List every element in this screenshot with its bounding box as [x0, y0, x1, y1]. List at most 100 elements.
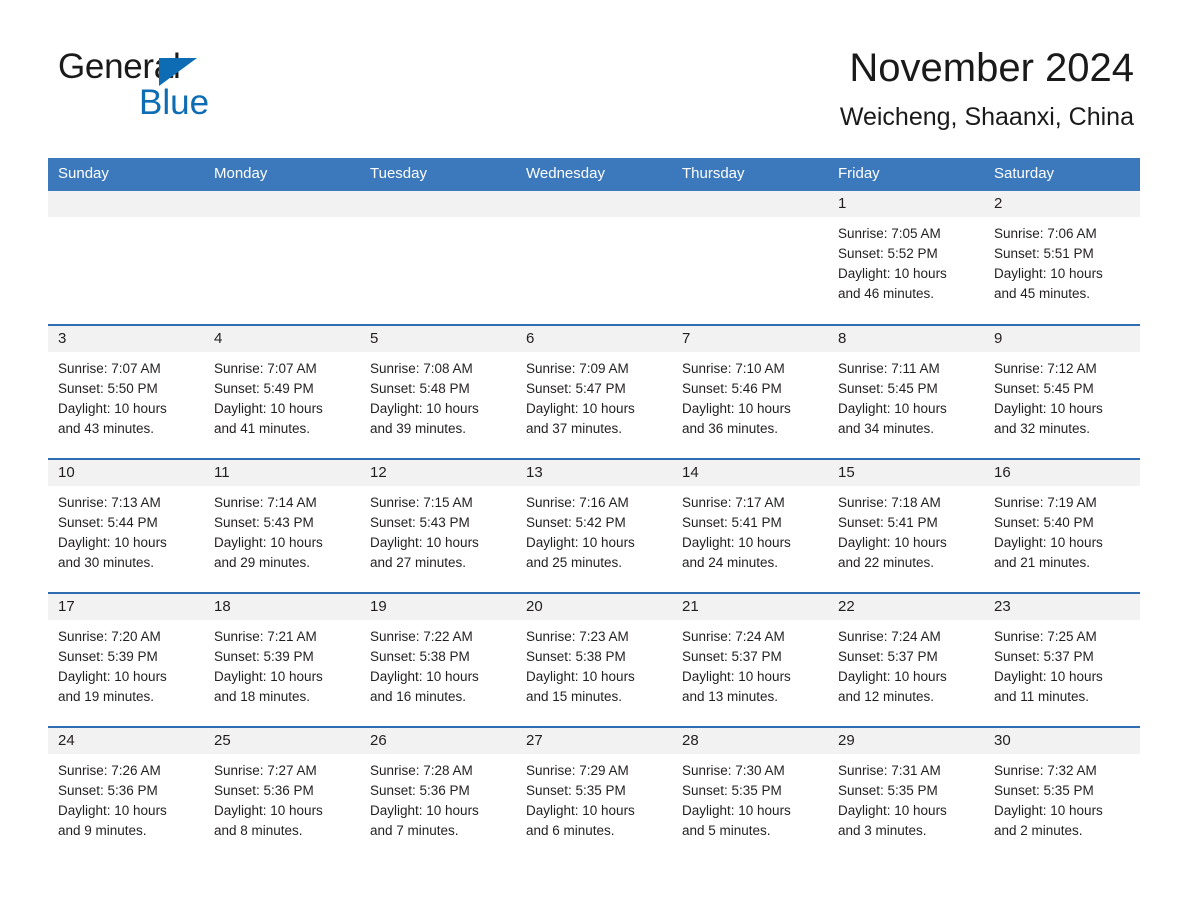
daylight-text-line1: Daylight: 10 hours [214, 401, 323, 416]
day-number: 12 [360, 460, 516, 486]
day-cell[interactable]: 14 Sunrise: 7:17 AM Sunset: 5:41 PM Dayligh… [672, 458, 828, 593]
day-number: 30 [984, 728, 1140, 754]
day-details: Sunrise: 7:27 AM Sunset: 5:36 PM Daylight:… [204, 754, 360, 841]
sunrise-text: Sunrise: 7:15 AM [370, 495, 473, 510]
sunrise-text: Sunrise: 7:32 AM [994, 763, 1097, 778]
daylight-text-line1: Daylight: 10 hours [994, 535, 1103, 550]
day-number: 25 [204, 728, 360, 754]
sunrise-text: Sunrise: 7:25 AM [994, 629, 1097, 644]
day-cell[interactable]: 4 Sunrise: 7:07 AM Sunset: 5:49 PM Daylight… [204, 324, 360, 459]
day-cell[interactable]: 22 Sunrise: 7:24 AM Sunset: 5:37 PM Dayligh… [828, 592, 984, 727]
sunrise-text: Sunrise: 7:13 AM [58, 495, 161, 510]
daylight-text-line1: Daylight: 10 hours [370, 669, 479, 684]
day-details: Sunrise: 7:26 AM Sunset: 5:36 PM Daylight:… [48, 754, 204, 841]
day-cell[interactable]: 30 Sunrise: 7:32 AM Sunset: 5:35 PM Dayligh… [984, 726, 1140, 861]
day-cell[interactable]: 27 Sunrise: 7:29 AM Sunset: 5:35 PM Dayligh… [516, 726, 672, 861]
day-details: Sunrise: 7:05 AM Sunset: 5:52 PM Daylight:… [828, 217, 984, 304]
day-cell[interactable]: 16 Sunrise: 7:19 AM Sunset: 5:40 PM Dayligh… [984, 458, 1140, 593]
daylight-text-line1: Daylight: 10 hours [526, 669, 635, 684]
day-cell[interactable]: 17 Sunrise: 7:20 AM Sunset: 5:39 PM Dayligh… [48, 592, 204, 727]
day-cell[interactable]: 7 Sunrise: 7:10 AM Sunset: 5:46 PM Daylight… [672, 324, 828, 459]
week-row: 3 Sunrise: 7:07 AM Sunset: 5:50 PM Daylight… [48, 324, 1140, 459]
day-details: Sunrise: 7:15 AM Sunset: 5:43 PM Daylight:… [360, 486, 516, 573]
day-cell[interactable]: 11 Sunrise: 7:14 AM Sunset: 5:43 PM Dayligh… [204, 458, 360, 593]
day-cell[interactable]: 20 Sunrise: 7:23 AM Sunset: 5:38 PM Dayligh… [516, 592, 672, 727]
weekday-header-tuesday: Tuesday [360, 158, 516, 191]
sunrise-text: Sunrise: 7:11 AM [838, 361, 940, 376]
sunset-text: Sunset: 5:35 PM [994, 783, 1094, 798]
day-cell[interactable]: 5 Sunrise: 7:08 AM Sunset: 5:48 PM Daylight… [360, 324, 516, 459]
daylight-text-line2: and 3 minutes. [838, 823, 927, 838]
day-cell[interactable]: 28 Sunrise: 7:30 AM Sunset: 5:35 PM Dayligh… [672, 726, 828, 861]
day-cell[interactable]: 10 Sunrise: 7:13 AM Sunset: 5:44 PM Dayligh… [48, 458, 204, 593]
weekday-header-monday: Monday [204, 158, 360, 191]
sunrise-text: Sunrise: 7:17 AM [682, 495, 785, 510]
day-cell[interactable]: 26 Sunrise: 7:28 AM Sunset: 5:36 PM Dayligh… [360, 726, 516, 861]
day-cell-empty [360, 191, 516, 325]
daylight-text-line1: Daylight: 10 hours [58, 803, 167, 818]
day-number: 29 [828, 728, 984, 754]
day-details: Sunrise: 7:13 AM Sunset: 5:44 PM Daylight:… [48, 486, 204, 573]
daylight-text-line1: Daylight: 10 hours [838, 803, 947, 818]
day-details: Sunrise: 7:22 AM Sunset: 5:38 PM Daylight:… [360, 620, 516, 707]
day-cell[interactable]: 19 Sunrise: 7:22 AM Sunset: 5:38 PM Dayligh… [360, 592, 516, 727]
page-title: November 2024 [849, 46, 1134, 90]
day-number: 11 [204, 460, 360, 486]
sunset-text: Sunset: 5:45 PM [838, 381, 938, 396]
day-cell[interactable]: 9 Sunrise: 7:12 AM Sunset: 5:45 PM Daylight… [984, 324, 1140, 459]
day-details: Sunrise: 7:19 AM Sunset: 5:40 PM Daylight:… [984, 486, 1140, 573]
daylight-text-line2: and 13 minutes. [682, 689, 779, 704]
day-cell[interactable]: 15 Sunrise: 7:18 AM Sunset: 5:41 PM Dayligh… [828, 458, 984, 593]
daylight-text-line1: Daylight: 10 hours [682, 669, 791, 684]
day-cell[interactable]: 29 Sunrise: 7:31 AM Sunset: 5:35 PM Dayligh… [828, 726, 984, 861]
day-cell[interactable]: 13 Sunrise: 7:16 AM Sunset: 5:42 PM Dayligh… [516, 458, 672, 593]
day-details: Sunrise: 7:07 AM Sunset: 5:50 PM Daylight:… [48, 352, 204, 439]
daylight-text-line2: and 32 minutes. [994, 421, 1091, 436]
day-cell[interactable]: 12 Sunrise: 7:15 AM Sunset: 5:43 PM Dayligh… [360, 458, 516, 593]
day-cell[interactable]: 25 Sunrise: 7:27 AM Sunset: 5:36 PM Dayligh… [204, 726, 360, 861]
daylight-text-line1: Daylight: 10 hours [526, 803, 635, 818]
daylight-text-line1: Daylight: 10 hours [838, 535, 947, 550]
sunrise-text: Sunrise: 7:24 AM [682, 629, 785, 644]
day-cell[interactable]: 21 Sunrise: 7:24 AM Sunset: 5:37 PM Dayligh… [672, 592, 828, 727]
daylight-text-line1: Daylight: 10 hours [682, 535, 791, 550]
daylight-text-line1: Daylight: 10 hours [526, 401, 635, 416]
sunset-text: Sunset: 5:49 PM [214, 381, 314, 396]
daylight-text-line1: Daylight: 10 hours [994, 803, 1103, 818]
day-cell[interactable]: 24 Sunrise: 7:26 AM Sunset: 5:36 PM Dayligh… [48, 726, 204, 861]
sunset-text: Sunset: 5:43 PM [214, 515, 314, 530]
sunset-text: Sunset: 5:41 PM [682, 515, 782, 530]
daylight-text-line1: Daylight: 10 hours [58, 535, 167, 550]
day-cell[interactable]: 8 Sunrise: 7:11 AM Sunset: 5:45 PM Daylight… [828, 324, 984, 459]
day-details: Sunrise: 7:25 AM Sunset: 5:37 PM Daylight:… [984, 620, 1140, 707]
daylight-text-line2: and 24 minutes. [682, 555, 779, 570]
day-cell[interactable]: 6 Sunrise: 7:09 AM Sunset: 5:47 PM Daylight… [516, 324, 672, 459]
sunrise-text: Sunrise: 7:30 AM [682, 763, 785, 778]
day-cell[interactable]: 2 Sunrise: 7:06 AM Sunset: 5:51 PM Daylight… [984, 191, 1140, 325]
day-number: 21 [672, 594, 828, 620]
daylight-text-line1: Daylight: 10 hours [838, 401, 947, 416]
sunrise-text: Sunrise: 7:28 AM [370, 763, 473, 778]
day-details: Sunrise: 7:14 AM Sunset: 5:43 PM Daylight:… [204, 486, 360, 573]
day-cell[interactable]: 3 Sunrise: 7:07 AM Sunset: 5:50 PM Daylight… [48, 324, 204, 459]
daylight-text-line2: and 21 minutes. [994, 555, 1091, 570]
week-row: 10 Sunrise: 7:13 AM Sunset: 5:44 PM Dayligh… [48, 458, 1140, 593]
day-number: 20 [516, 594, 672, 620]
sunset-text: Sunset: 5:36 PM [58, 783, 158, 798]
sunset-text: Sunset: 5:52 PM [838, 246, 938, 261]
sunrise-text: Sunrise: 7:16 AM [526, 495, 629, 510]
day-number [516, 191, 672, 217]
day-cell[interactable]: 1 Sunrise: 7:05 AM Sunset: 5:52 PM Daylight… [828, 191, 984, 325]
generalblue-logo: General Blue [58, 47, 358, 127]
sunset-text: Sunset: 5:44 PM [58, 515, 158, 530]
sunset-text: Sunset: 5:36 PM [214, 783, 314, 798]
day-cell[interactable]: 18 Sunrise: 7:21 AM Sunset: 5:39 PM Dayligh… [204, 592, 360, 727]
day-details: Sunrise: 7:08 AM Sunset: 5:48 PM Daylight:… [360, 352, 516, 439]
logo-text-blue: Blue [139, 83, 210, 122]
daylight-text-line2: and 25 minutes. [526, 555, 623, 570]
day-cell-empty [48, 191, 204, 325]
day-cell[interactable]: 23 Sunrise: 7:25 AM Sunset: 5:37 PM Dayligh… [984, 592, 1140, 727]
daylight-text-line1: Daylight: 10 hours [838, 266, 947, 281]
sunset-text: Sunset: 5:35 PM [526, 783, 626, 798]
daylight-text-line1: Daylight: 10 hours [58, 401, 167, 416]
